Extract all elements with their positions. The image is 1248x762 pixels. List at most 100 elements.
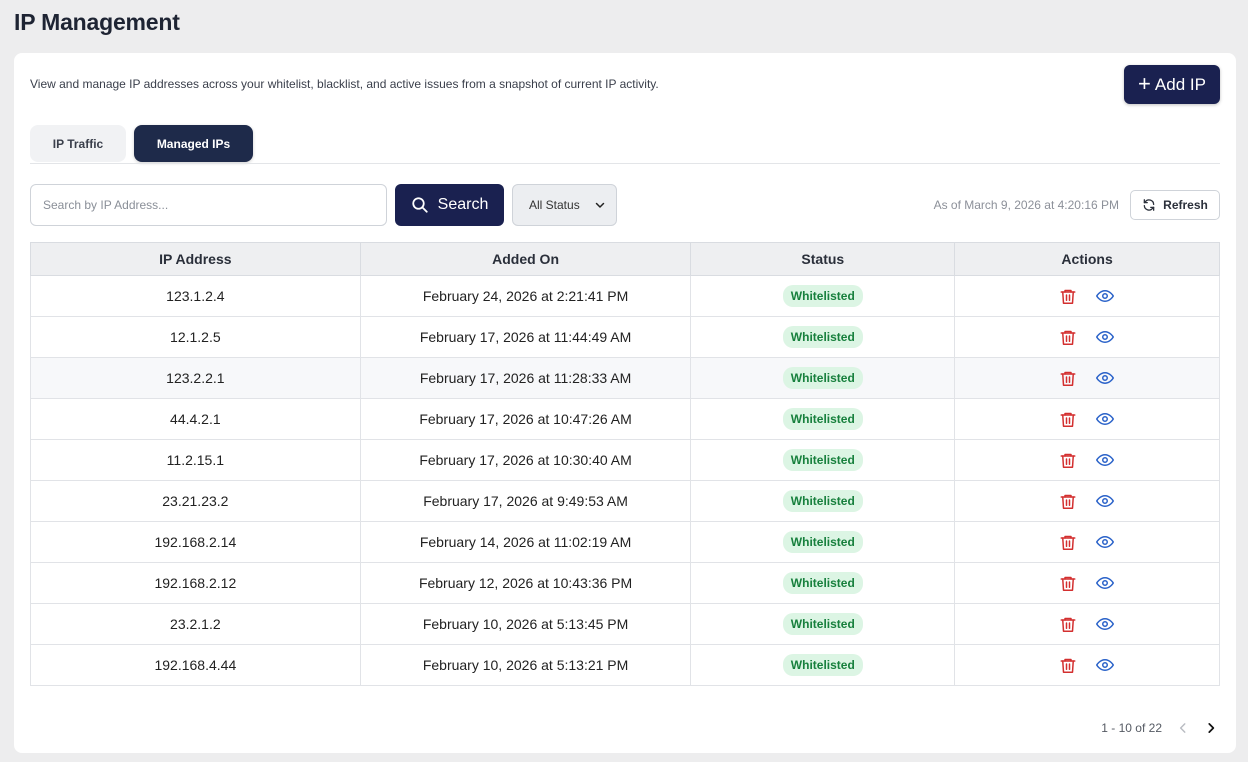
table-row[interactable]: 123.1.2.4 February 24, 2026 at 2:21:41 PM… [30,275,1220,317]
chevron-left-icon[interactable] [1176,721,1190,735]
status-badge: Whitelisted [782,654,863,676]
actions-cell [954,521,1220,563]
table-row[interactable]: 44.4.2.1 February 17, 2026 at 10:47:26 AM… [30,398,1220,440]
trash-icon[interactable] [1059,410,1077,429]
eye-icon[interactable] [1095,656,1115,674]
ip-address-cell: 192.168.4.44 [30,644,361,686]
added-on-cell: February 17, 2026 at 10:30:40 AM [359,439,692,481]
pagination: 1 - 10 of 22 [1101,721,1218,735]
table-row[interactable]: 123.2.2.1 February 17, 2026 at 11:28:33 A… [30,357,1220,399]
ip-address-cell: 123.1.2.4 [30,275,361,317]
status-cell: Whitelisted [690,521,956,563]
eye-icon[interactable] [1095,451,1115,469]
column-header-actions: Actions [954,242,1220,276]
table-row[interactable]: 192.168.2.14 February 14, 2026 at 11:02:1… [30,521,1220,563]
eye-icon[interactable] [1095,410,1115,428]
trash-icon[interactable] [1059,533,1077,552]
status-filter-value: All Status [529,198,580,212]
column-header-status[interactable]: Status [690,242,956,276]
tab-ip-traffic[interactable]: IP Traffic [30,125,126,162]
ip-address-cell: 23.21.23.2 [30,480,361,522]
managed-ips-table: IP Address Added On Status Actions 123.1… [30,242,1220,686]
table-header-row: IP Address Added On Status Actions [30,242,1220,276]
actions-cell [954,439,1220,481]
refresh-button[interactable]: Refresh [1130,190,1220,220]
plus-icon: + [1138,70,1151,96]
table-row[interactable]: 11.2.15.1 February 17, 2026 at 10:30:40 A… [30,439,1220,481]
trash-icon[interactable] [1059,656,1077,675]
table-row[interactable]: 192.168.4.44 February 10, 2026 at 5:13:21… [30,644,1220,686]
tab-bar: IP Traffic Managed IPs [30,125,253,162]
added-on-cell: February 24, 2026 at 2:21:41 PM [359,275,692,317]
actions-cell [954,316,1220,358]
added-on-cell: February 14, 2026 at 11:02:19 AM [359,521,692,563]
actions-cell [954,398,1220,440]
column-header-ip[interactable]: IP Address [30,242,361,276]
eye-icon[interactable] [1095,328,1115,346]
status-badge: Whitelisted [782,408,863,430]
page-title: IP Management [14,9,180,35]
status-badge: Whitelisted [782,449,863,471]
actions-cell [954,603,1220,645]
ip-address-cell: 23.2.1.2 [30,603,361,645]
actions-cell [954,357,1220,399]
status-cell: Whitelisted [690,357,956,399]
status-cell: Whitelisted [690,439,956,481]
pagination-range: 1 - 10 of 22 [1101,721,1162,735]
eye-icon[interactable] [1095,574,1115,592]
status-badge: Whitelisted [782,326,863,348]
status-badge: Whitelisted [782,613,863,635]
refresh-icon [1142,198,1156,212]
status-badge: Whitelisted [782,285,863,307]
eye-icon[interactable] [1095,615,1115,633]
table-row[interactable]: 192.168.2.12 February 12, 2026 at 10:43:3… [30,562,1220,604]
table-row[interactable]: 12.1.2.5 February 17, 2026 at 11:44:49 AM… [30,316,1220,358]
actions-cell [954,275,1220,317]
ip-address-cell: 123.2.2.1 [30,357,361,399]
status-badge: Whitelisted [782,531,863,553]
search-button[interactable]: Search [395,184,504,226]
refresh-button-label: Refresh [1163,198,1208,212]
ip-address-cell: 12.1.2.5 [30,316,361,358]
actions-cell [954,644,1220,686]
added-on-cell: February 17, 2026 at 11:28:33 AM [359,357,692,399]
status-cell: Whitelisted [690,398,956,440]
chevron-down-icon [594,199,606,211]
eye-icon[interactable] [1095,369,1115,387]
tab-managed-ips[interactable]: Managed IPs [134,125,253,162]
chevron-right-icon[interactable] [1204,721,1218,735]
status-badge: Whitelisted [782,490,863,512]
add-ip-label: Add IP [1154,74,1206,94]
table-row[interactable]: 23.21.23.2 February 17, 2026 at 9:49:53 A… [30,480,1220,522]
column-header-added-on[interactable]: Added On [359,242,692,276]
snapshot-timestamp: As of March 9, 2026 at 4:20:16 PM [933,198,1119,212]
trash-icon[interactable] [1059,492,1077,511]
main-card: View and manage IP addresses across your… [14,53,1236,753]
search-icon [411,196,429,214]
page-description: View and manage IP addresses across your… [30,77,659,91]
added-on-cell: February 17, 2026 at 10:47:26 AM [359,398,692,440]
status-cell: Whitelisted [690,316,956,358]
ip-address-cell: 192.168.2.14 [30,521,361,563]
trash-icon[interactable] [1059,287,1077,306]
eye-icon[interactable] [1095,492,1115,510]
trash-icon[interactable] [1059,328,1077,347]
added-on-cell: February 10, 2026 at 5:13:21 PM [359,644,692,686]
trash-icon[interactable] [1059,574,1077,593]
trash-icon[interactable] [1059,451,1077,470]
eye-icon[interactable] [1095,287,1115,305]
actions-cell [954,480,1220,522]
ip-address-cell: 11.2.15.1 [30,439,361,481]
search-input[interactable] [30,184,387,226]
added-on-cell: February 17, 2026 at 11:44:49 AM [359,316,692,358]
table-body: 123.1.2.4 February 24, 2026 at 2:21:41 PM… [30,275,1220,686]
add-ip-button[interactable]: + Add IP [1124,65,1220,104]
status-filter-select[interactable]: All Status [512,184,617,226]
ip-address-cell: 44.4.2.1 [30,398,361,440]
trash-icon[interactable] [1059,615,1077,634]
table-row[interactable]: 23.2.1.2 February 10, 2026 at 5:13:45 PM W… [30,603,1220,645]
eye-icon[interactable] [1095,533,1115,551]
added-on-cell: February 12, 2026 at 10:43:36 PM [359,562,692,604]
trash-icon[interactable] [1059,369,1077,388]
status-cell: Whitelisted [690,644,956,686]
